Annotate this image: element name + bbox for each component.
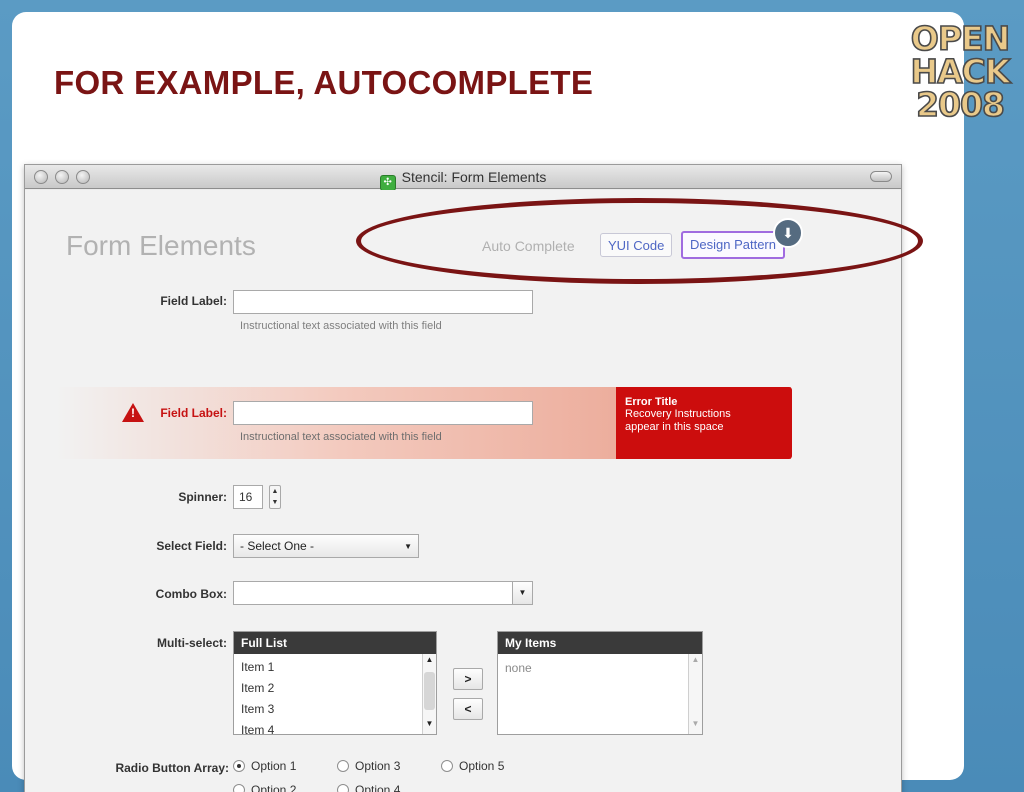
stencil-app-icon: ✣ (379, 175, 396, 191)
radio-button (441, 760, 453, 772)
radio-option-1[interactable]: Option 1 (233, 759, 296, 773)
full-list-items: Item 1 Item 2 Item 3 Item 4 (234, 654, 436, 734)
scroll-up-icon[interactable]: ▲ (423, 655, 436, 669)
list-item[interactable]: Item 1 (234, 657, 436, 678)
window-title: ✣ Stencil: Form Elements (25, 169, 901, 191)
radio-array-label: Radio Button Array: (115, 761, 229, 775)
my-items-scrollbar[interactable]: ▲ ▼ (688, 654, 702, 734)
spinner-arrows-icon[interactable]: ▲ ▼ (269, 485, 281, 509)
spinner-input[interactable]: 16 (233, 485, 263, 509)
field-hint: Instructional text associated with this … (240, 320, 442, 332)
select-label: Select Field: (156, 539, 227, 553)
radio-option-4[interactable]: Option 4 (337, 783, 400, 792)
list-item[interactable]: Item 4 (234, 720, 436, 734)
scroll-thumb[interactable] (424, 672, 435, 710)
my-items-list[interactable]: My Items none ▲ ▼ (497, 631, 703, 735)
openhack-logo: OPEN HACK 2008 (910, 19, 1012, 124)
full-list-scrollbar[interactable]: ▲ ▼ (422, 654, 436, 734)
my-items-header: My Items (498, 632, 702, 654)
my-items-empty: none (505, 661, 532, 675)
remove-item-button[interactable]: < (453, 698, 483, 720)
toolbar-toggle-button[interactable] (870, 171, 892, 182)
chevron-down-icon: ▼ (404, 542, 412, 551)
radio-option-3[interactable]: Option 3 (337, 759, 400, 773)
radio-button (233, 784, 245, 792)
full-list[interactable]: Full List Item 1 Item 2 Item 3 Item 4 ▲ … (233, 631, 437, 735)
scroll-down-icon[interactable]: ▼ (689, 719, 702, 733)
highlight-ellipse (356, 198, 923, 284)
text-field[interactable] (233, 290, 533, 314)
scroll-down-icon[interactable]: ▼ (423, 719, 436, 733)
add-item-button[interactable]: > (453, 668, 483, 690)
list-item[interactable]: Item 3 (234, 699, 436, 720)
error-text-field[interactable] (233, 401, 533, 425)
select-field[interactable]: - Select One - ▼ (233, 534, 419, 558)
radio-button (337, 760, 349, 772)
full-list-header: Full List (234, 632, 436, 654)
window-titlebar[interactable]: ✣ Stencil: Form Elements (25, 165, 901, 191)
radio-button (337, 784, 349, 792)
scroll-up-icon[interactable]: ▲ (689, 655, 702, 669)
chevron-down-icon[interactable]: ▼ (512, 582, 532, 604)
radio-button-selected (233, 760, 245, 772)
error-field-hint: Instructional text associated with this … (240, 431, 442, 443)
combo-label: Combo Box: (155, 587, 227, 601)
list-item[interactable]: Item 2 (234, 678, 436, 699)
multiselect-label: Multi-select: (156, 636, 227, 650)
radio-option-5[interactable]: Option 5 (441, 759, 504, 773)
slide-title: FOR EXAMPLE, AUTOCOMPLETE (54, 64, 594, 101)
window-content: Form Elements Auto Complete YUI Code Des… (25, 190, 901, 792)
field-label: Field Label: (160, 294, 227, 308)
combo-box[interactable]: ▼ (233, 581, 533, 605)
error-message-box: Error Title Recovery Instructions appear… (616, 387, 792, 459)
radio-option-2[interactable]: Option 2 (233, 783, 296, 792)
spinner-label: Spinner: (178, 490, 227, 504)
form-heading: Form Elements (66, 230, 256, 261)
error-field-label: Field Label: (160, 406, 227, 420)
